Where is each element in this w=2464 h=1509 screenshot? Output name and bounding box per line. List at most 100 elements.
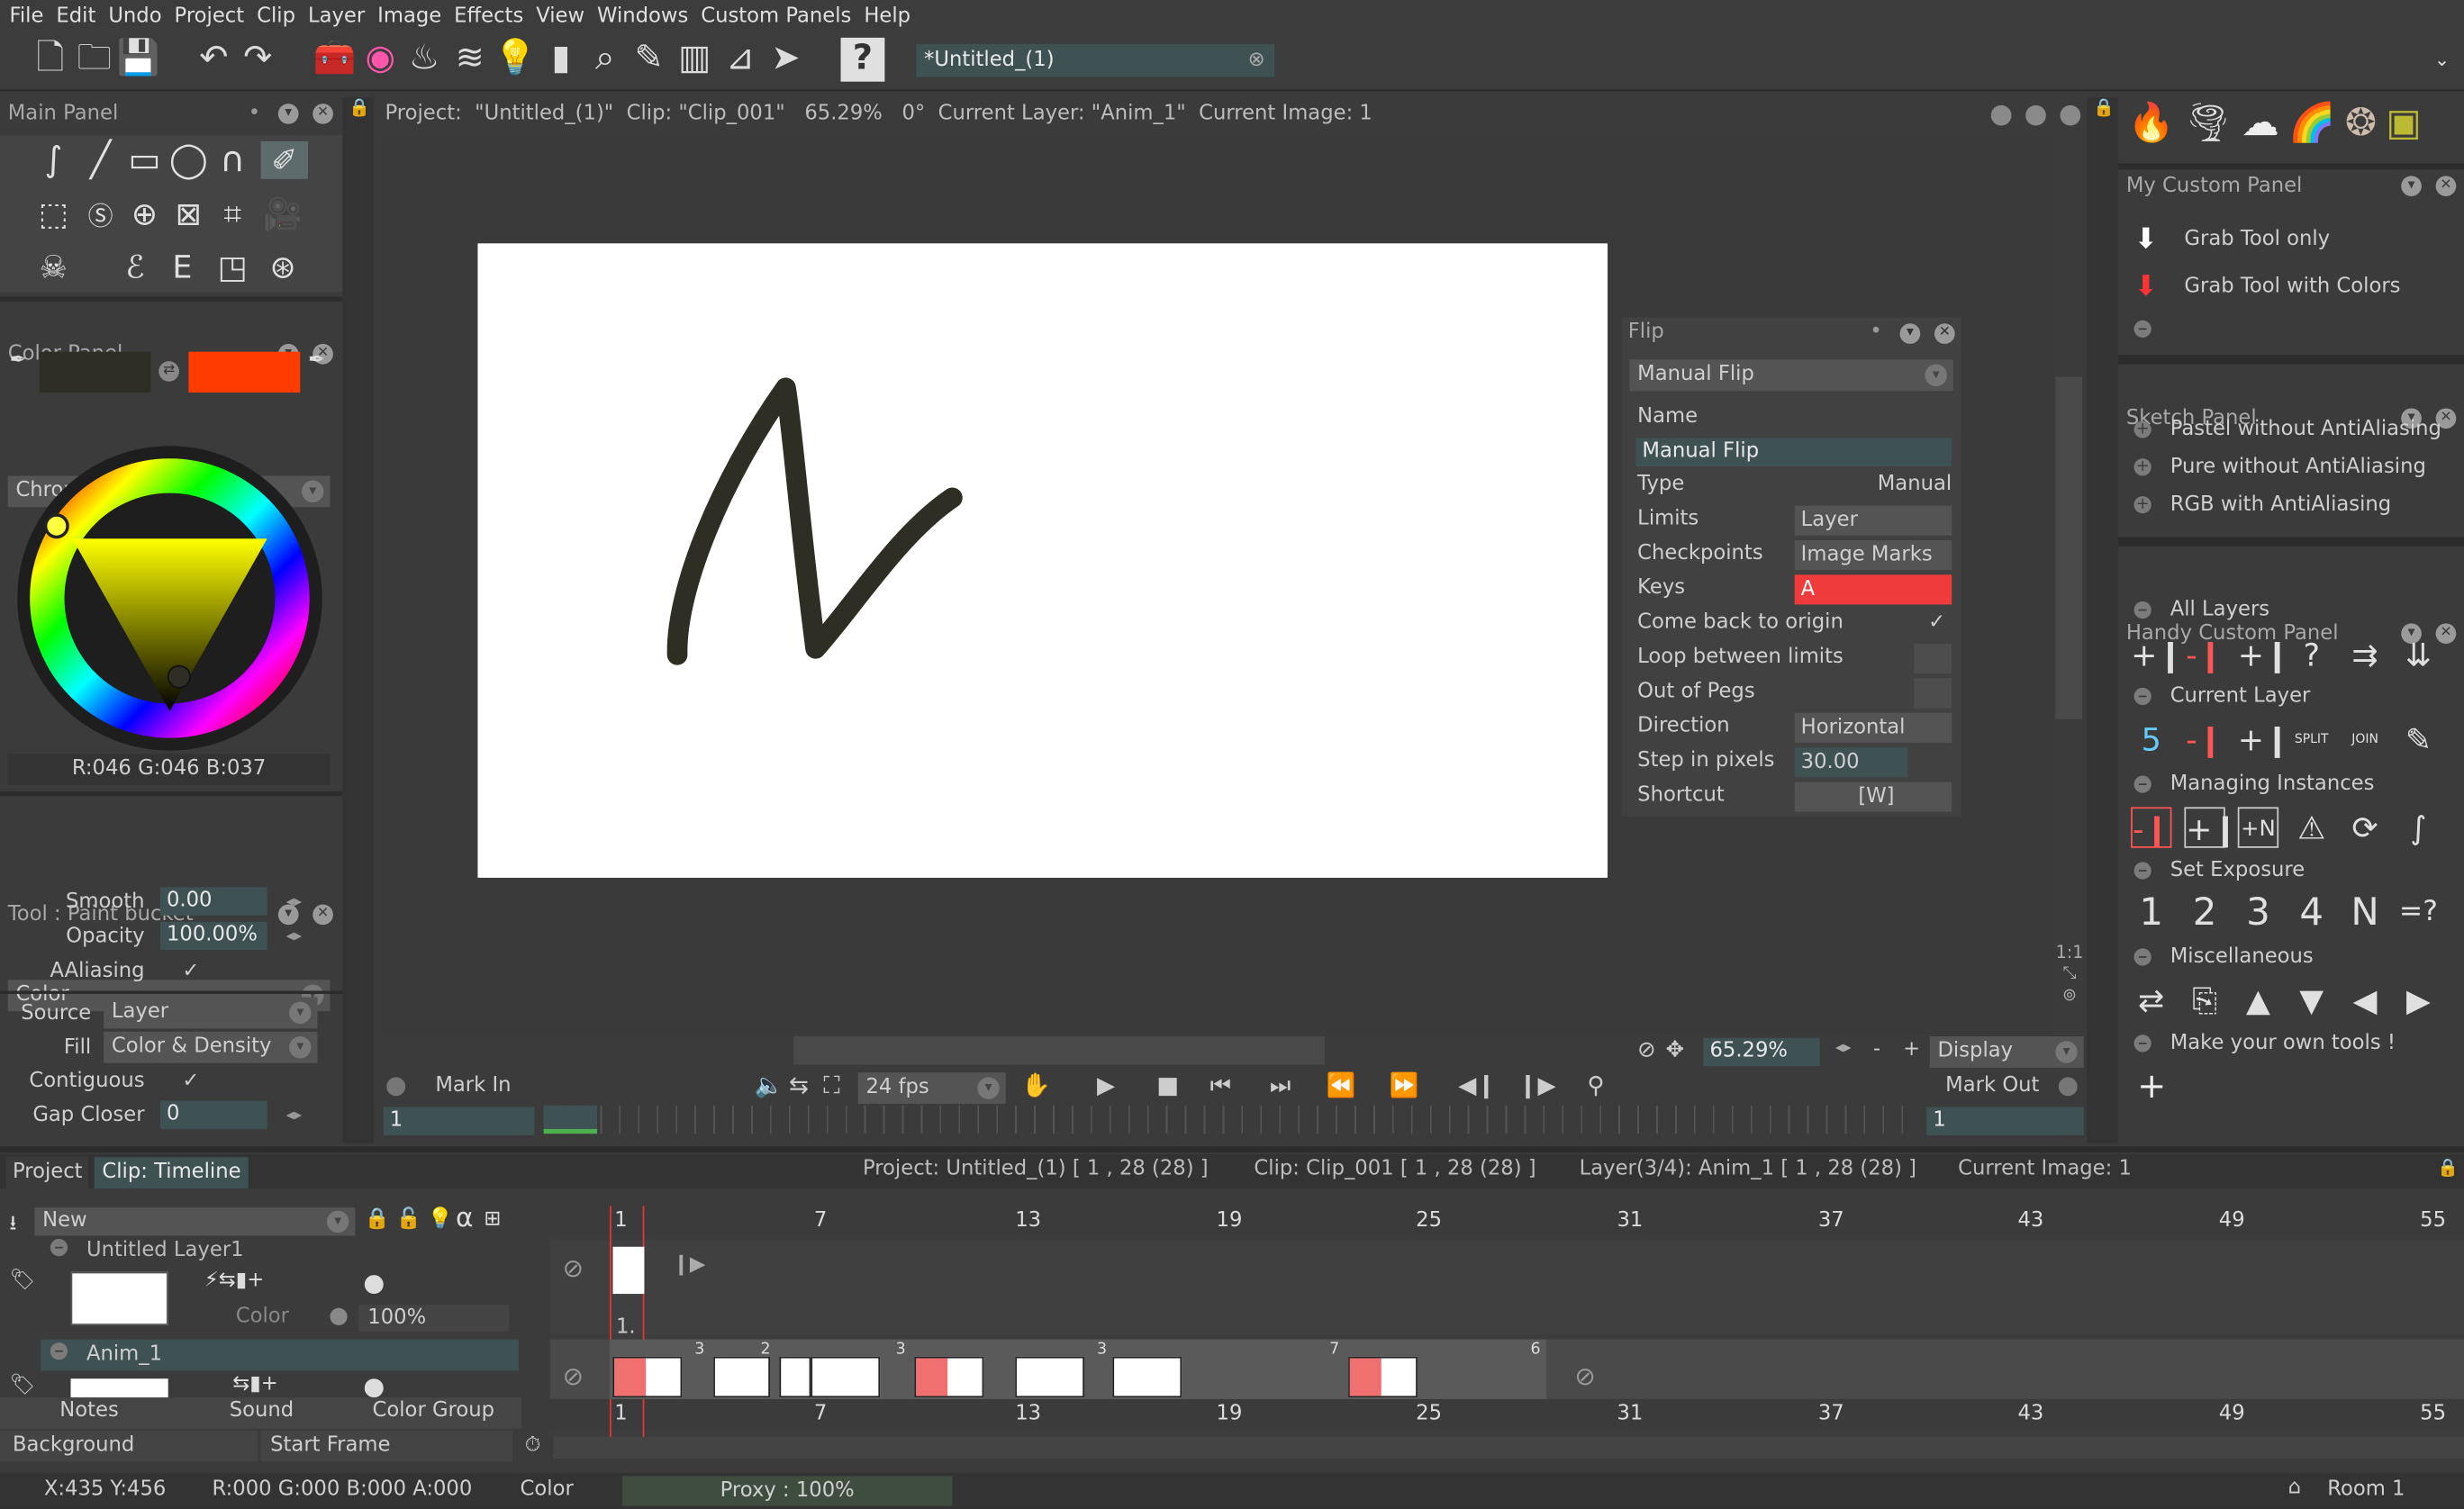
alpha-icon[interactable]: α xyxy=(456,1203,474,1234)
remote-icon[interactable]: ▮ xyxy=(539,38,584,82)
first-frame-icon[interactable]: ⏮ xyxy=(1210,1071,1232,1098)
new-layer-dropdown[interactable]: New ▾ xyxy=(34,1207,356,1236)
close-icon[interactable]: ✕ xyxy=(2435,176,2457,196)
minus-button[interactable] xyxy=(2133,320,2170,338)
insert-image-icon[interactable]: +❙ xyxy=(2131,635,2183,675)
flip-loop-checkbox[interactable] xyxy=(1914,644,1952,674)
timeline-scrollbar[interactable] xyxy=(553,1436,2464,1459)
prev-frame-icon[interactable]: ◀❙ xyxy=(1458,1071,1496,1098)
fps-dropdown[interactable]: 24 fps ▾ xyxy=(857,1072,1006,1105)
tab-project[interactable]: Project xyxy=(5,1157,89,1189)
menu-edit[interactable]: Edit xyxy=(56,4,95,27)
collapse-icon[interactable]: ▾ xyxy=(1899,323,1921,344)
fit-icon[interactable]: ⤡ xyxy=(2055,962,2083,984)
section-set-exposure[interactable]: Set Exposure xyxy=(2133,859,2305,882)
menu-clip[interactable]: Clip xyxy=(257,4,295,27)
eyedropper-icon[interactable]: ✒ xyxy=(9,348,31,376)
eyedropper-icon[interactable]: ✒ xyxy=(308,348,330,376)
zoom-tool-icon[interactable]: ⊕ xyxy=(122,194,167,232)
fullscreen-icon[interactable]: ⛶ xyxy=(823,1071,839,1098)
left-splitter[interactable]: 🔒 xyxy=(342,97,375,1143)
paper-plane-icon[interactable]: ➤ xyxy=(764,38,808,82)
layer1-cell[interactable] xyxy=(612,1246,645,1295)
split-icon[interactable]: SPLIT xyxy=(2291,719,2332,760)
project-tab[interactable]: *Untitled_(1) ⊗ xyxy=(916,43,1275,77)
reset-icon[interactable]: ⊚ xyxy=(2055,984,2083,1005)
add-n-icon[interactable]: +N xyxy=(2237,807,2279,848)
room-label[interactable]: Room 1 xyxy=(2327,1477,2405,1501)
crop-tool-icon[interactable]: ⊠ xyxy=(167,194,211,232)
insert-after-icon[interactable]: +❙ xyxy=(2238,635,2290,675)
grid-tool-icon[interactable]: ⌗ xyxy=(211,194,255,232)
triangle-up-icon[interactable]: ▲ xyxy=(2238,980,2278,1020)
background-field[interactable]: Background xyxy=(0,1430,258,1462)
menu-image[interactable]: Image xyxy=(377,4,441,27)
play-icon[interactable]: ▶ xyxy=(1097,1071,1115,1098)
flip-name-field[interactable]: Manual Flip xyxy=(1635,438,1952,466)
stepper-icon[interactable]: ◂▸ xyxy=(286,892,303,909)
exposure-3-button[interactable]: 3 xyxy=(2238,892,2278,933)
close-icon[interactable]: ⊗ xyxy=(1248,44,1265,77)
section-managing-instances[interactable]: Managing Instances xyxy=(2133,773,2374,796)
anim-cell[interactable] xyxy=(713,1356,771,1398)
stepper-icon[interactable]: ◂▸ xyxy=(286,1107,303,1124)
layer2-tools-icon[interactable]: ⇆▮+ xyxy=(232,1372,278,1396)
anim-cell[interactable] xyxy=(779,1356,811,1398)
rectangle-tool-icon[interactable]: ▭ xyxy=(122,141,167,181)
layer1-tools-icon[interactable]: ⚡⇆▮+ xyxy=(204,1269,264,1292)
menu-effects[interactable]: Effects xyxy=(454,4,523,27)
color-wheel-icon[interactable]: ◉ xyxy=(358,38,403,82)
marker-icon[interactable]: ⚲ xyxy=(1587,1071,1604,1098)
sketch-item[interactable]: + RGB with AntiAliasing xyxy=(2133,493,2391,517)
stepper-icon[interactable]: ◂▸ xyxy=(286,927,303,944)
exposure-5-icon[interactable]: 5 xyxy=(2131,719,2171,760)
menu-windows[interactable]: Windows xyxy=(597,4,688,27)
redo-icon[interactable]: ↷ xyxy=(236,38,280,82)
anim-cell[interactable] xyxy=(1112,1356,1182,1398)
insert-image-icon[interactable]: +❙ xyxy=(2238,719,2290,760)
sketch-item[interactable]: + Pastel without AntiAliasing xyxy=(2133,418,2441,441)
sketch-item[interactable]: + Pure without AntiAliasing xyxy=(2133,456,2426,479)
glow-icon[interactable]: ▣ xyxy=(2386,101,2422,158)
collapse-icon[interactable]: ▾ xyxy=(2401,176,2422,196)
move-icon[interactable]: ✥ xyxy=(1666,1038,1684,1063)
menu-undo[interactable]: Undo xyxy=(108,4,161,27)
horizontal-scrollbar[interactable] xyxy=(793,1036,1325,1065)
color-group-tab[interactable]: Color Group xyxy=(373,1399,495,1423)
flip-cbo-checkbox[interactable]: ✓ xyxy=(1928,608,1945,639)
frame-area[interactable]: ⊘ ⊘ 1. ❙▶ 3 2 3 3 7 6 ⊘ 1 7 13 19 25 31 … xyxy=(549,1206,2464,1441)
rewind-icon[interactable]: ⏪ xyxy=(1327,1071,1356,1098)
chevron-down-icon[interactable]: ⌄ xyxy=(2420,38,2464,82)
lock-icon[interactable]: 🔒 xyxy=(349,97,370,122)
mark-in-icon[interactable] xyxy=(386,1077,406,1097)
stop-icon[interactable]: ■ xyxy=(1156,1071,1179,1098)
sound-icon[interactable]: 🔈 xyxy=(755,1071,784,1098)
gap-closer-field[interactable]: 0 xyxy=(159,1100,267,1129)
ratio-icon[interactable]: 1:1 xyxy=(2055,942,2084,962)
exposure-2-button[interactable]: 2 xyxy=(2184,892,2224,933)
mark-out-field[interactable]: 1 xyxy=(1926,1107,2084,1135)
mark-in-field[interactable]: 1 xyxy=(383,1107,535,1135)
flip-pegs-checkbox[interactable] xyxy=(1914,678,1952,709)
line-tool-icon[interactable]: ╱ xyxy=(78,141,122,181)
source-dropdown[interactable]: Layer ▾ xyxy=(104,997,318,1029)
remove-instance-icon[interactable]: -❙ xyxy=(2131,807,2172,848)
close-icon[interactable]: ✕ xyxy=(1934,323,1955,344)
new-layer-icon[interactable]: ⭳ xyxy=(9,1209,16,1243)
brush-icon[interactable]: ✎ xyxy=(627,38,671,82)
menu-file[interactable]: File xyxy=(9,4,43,27)
pattern-tool-icon[interactable]: ⊛ xyxy=(261,248,305,286)
stepper-icon[interactable]: ◂▸ xyxy=(1835,1040,1852,1057)
layer2-row[interactable]: Anim_1 xyxy=(41,1339,519,1371)
shift-down-icon[interactable]: ⇊ xyxy=(2398,635,2439,675)
add-instance-icon[interactable]: +❙ xyxy=(2184,807,2239,848)
contiguous-checkbox[interactable]: ✓ xyxy=(182,1069,199,1092)
exposure-4-button[interactable]: 4 xyxy=(2291,892,2332,933)
padlock-icon[interactable]: 🔓 xyxy=(396,1207,421,1231)
layer1-thumbnail[interactable] xyxy=(70,1271,168,1325)
flip-limits-dropdown[interactable]: Layer xyxy=(1794,505,1952,536)
texture-icon[interactable]: ❂ xyxy=(2345,101,2377,158)
notes-tab[interactable]: Notes xyxy=(59,1399,119,1423)
eraser-tool-icon[interactable]: E xyxy=(160,248,204,286)
help-icon[interactable]: ? xyxy=(840,37,885,82)
